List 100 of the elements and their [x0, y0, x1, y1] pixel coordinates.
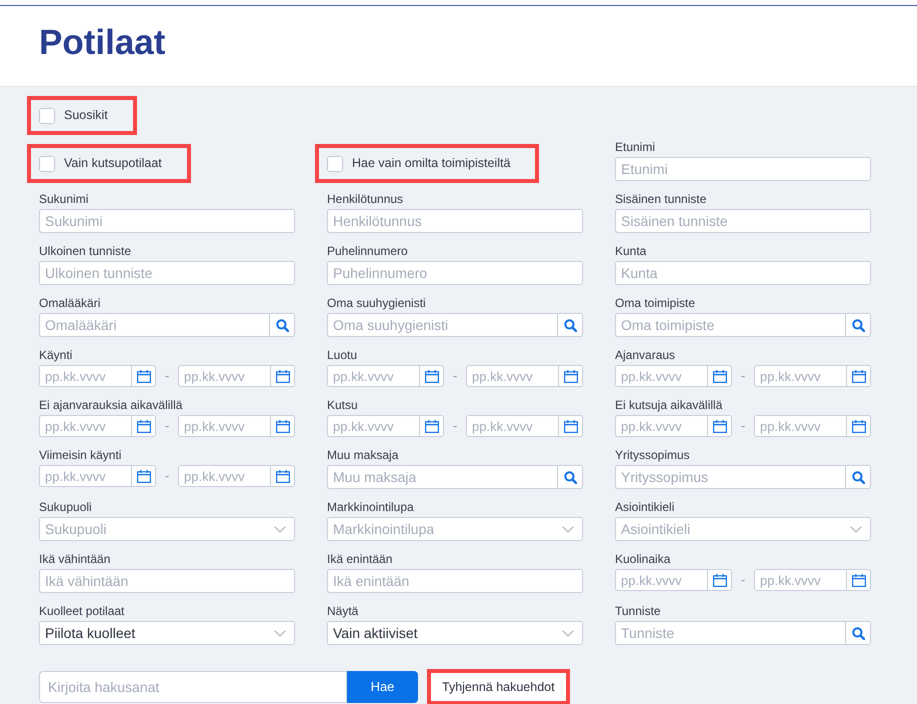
text-input[interactable]: Sukunimi [39, 209, 295, 233]
calendar-icon [564, 370, 578, 382]
text-input[interactable]: Ikä enintään [327, 569, 583, 593]
chevron-down-icon [562, 630, 574, 636]
dropdown-field[interactable]: Piilota kuolleet [39, 621, 295, 645]
search-button[interactable] [270, 313, 295, 337]
lookup-input[interactable]: Oma suuhygienisti [327, 313, 558, 337]
checkbox-label[interactable]: Vain kutsupotilaat [64, 154, 162, 173]
field-label: Omalääkäri [39, 295, 102, 311]
date-input[interactable]: pp.kk.vvvv [466, 415, 559, 437]
range-dash: - [164, 468, 170, 484]
date-input[interactable]: pp.kk.vvvv [39, 465, 132, 487]
calendar-button[interactable] [847, 569, 871, 591]
date-input[interactable]: pp.kk.vvvv [178, 365, 271, 387]
lookup-input[interactable]: Oma toimipiste [615, 313, 846, 337]
search-button[interactable] [558, 465, 583, 489]
field-label: Kuolinaika [615, 551, 672, 567]
checkbox-label[interactable]: Suosikit [64, 106, 108, 125]
calendar-icon [136, 470, 150, 482]
calendar-button[interactable] [271, 465, 295, 487]
calendar-button[interactable] [420, 365, 444, 387]
date-input[interactable]: pp.kk.vvvv [327, 365, 420, 387]
date-input[interactable]: pp.kk.vvvv [466, 365, 559, 387]
search-icon [276, 318, 288, 332]
date-input[interactable]: pp.kk.vvvv [615, 415, 708, 437]
page-title: Potilaat [39, 22, 166, 64]
date-input[interactable]: pp.kk.vvvv [178, 415, 271, 437]
field-label: Kuolleet potilaat [39, 603, 126, 619]
calendar-button[interactable] [708, 365, 732, 387]
field-label: Puhelinnumero [327, 243, 409, 259]
checkbox-label[interactable]: Hae vain omilta toimipisteiltä [352, 154, 510, 173]
calendar-button[interactable] [132, 465, 156, 487]
field-label: Ajanvaraus [615, 347, 676, 363]
range-dash: - [740, 368, 746, 384]
calendar-button[interactable] [420, 415, 444, 437]
checkbox[interactable] [327, 156, 343, 172]
calendar-button[interactable] [559, 415, 583, 437]
calendar-button[interactable] [847, 415, 871, 437]
calendar-button[interactable] [132, 365, 156, 387]
text-input[interactable]: Ulkoinen tunniste [39, 261, 295, 285]
calendar-button[interactable] [847, 365, 871, 387]
field-label: Kunta [615, 243, 648, 259]
calendar-button[interactable] [271, 415, 295, 437]
calendar-button[interactable] [708, 415, 732, 437]
calendar-button[interactable] [271, 365, 295, 387]
calendar-button[interactable] [559, 365, 583, 387]
date-input[interactable]: pp.kk.vvvv [327, 415, 420, 437]
field-label: Kutsu [327, 397, 359, 413]
calendar-icon [712, 370, 726, 382]
range-dash: - [740, 418, 746, 434]
checkbox[interactable] [39, 156, 55, 172]
lookup-input[interactable]: Muu maksaja [327, 465, 558, 489]
field-label: Asiointikieli [615, 499, 676, 515]
text-input[interactable]: Ikä vähintään [39, 569, 295, 593]
calendar-button[interactable] [708, 569, 732, 591]
calendar-icon [136, 370, 150, 382]
date-input[interactable]: pp.kk.vvvv [754, 569, 847, 591]
field-label: Muu maksaja [327, 447, 400, 463]
calendar-icon [852, 420, 866, 432]
search-icon [852, 626, 864, 640]
lookup-input[interactable]: Omalääkäri [39, 313, 270, 337]
calendar-icon [852, 370, 866, 382]
calendar-icon [424, 370, 438, 382]
field-label: Sisäinen tunniste [615, 191, 708, 207]
dropdown-field[interactable]: Vain aktiiviset [327, 621, 583, 645]
text-input[interactable]: Etunimi [615, 157, 871, 181]
field-label: Markkinointilupa [327, 499, 415, 515]
calendar-icon [424, 420, 438, 432]
lookup-input[interactable]: Tunniste [615, 621, 846, 645]
text-input[interactable]: Sisäinen tunniste [615, 209, 871, 233]
search-button[interactable] [846, 313, 871, 337]
clear-button[interactable]: Tyhjennä hakuehdot [431, 673, 566, 701]
search-input[interactable]: Kirjoita hakusanat [39, 671, 347, 703]
search-icon [852, 470, 864, 484]
date-input[interactable]: pp.kk.vvvv [178, 465, 271, 487]
checkbox[interactable] [39, 108, 55, 124]
text-input[interactable]: Kunta [615, 261, 871, 285]
date-input[interactable]: pp.kk.vvvv [39, 415, 132, 437]
date-input[interactable]: pp.kk.vvvv [615, 569, 708, 591]
date-input[interactable]: pp.kk.vvvv [754, 415, 847, 437]
search-button[interactable] [558, 313, 583, 337]
field-label: Tunniste [615, 603, 662, 619]
field-label: Luotu [327, 347, 358, 363]
field-label: Oma toimipiste [615, 295, 696, 311]
field-label: Viimeisin käynti [39, 447, 122, 463]
date-input[interactable]: pp.kk.vvvv [615, 365, 708, 387]
text-input[interactable]: Puhelinnumero [327, 261, 583, 285]
date-input[interactable]: pp.kk.vvvv [754, 365, 847, 387]
calendar-button[interactable] [132, 415, 156, 437]
calendar-icon [712, 574, 726, 586]
search-icon [564, 318, 576, 332]
field-label: Ulkoinen tunniste [39, 243, 132, 259]
field-label: Sukupuoli [39, 499, 93, 515]
search-button[interactable] [846, 465, 871, 489]
text-input[interactable]: Henkilötunnus [327, 209, 583, 233]
search-button[interactable] [846, 621, 871, 645]
lookup-input[interactable]: Yrityssopimus [615, 465, 846, 489]
chevron-down-icon [274, 630, 286, 636]
search-submit-button[interactable]: Hae [347, 671, 418, 703]
date-input[interactable]: pp.kk.vvvv [39, 365, 132, 387]
